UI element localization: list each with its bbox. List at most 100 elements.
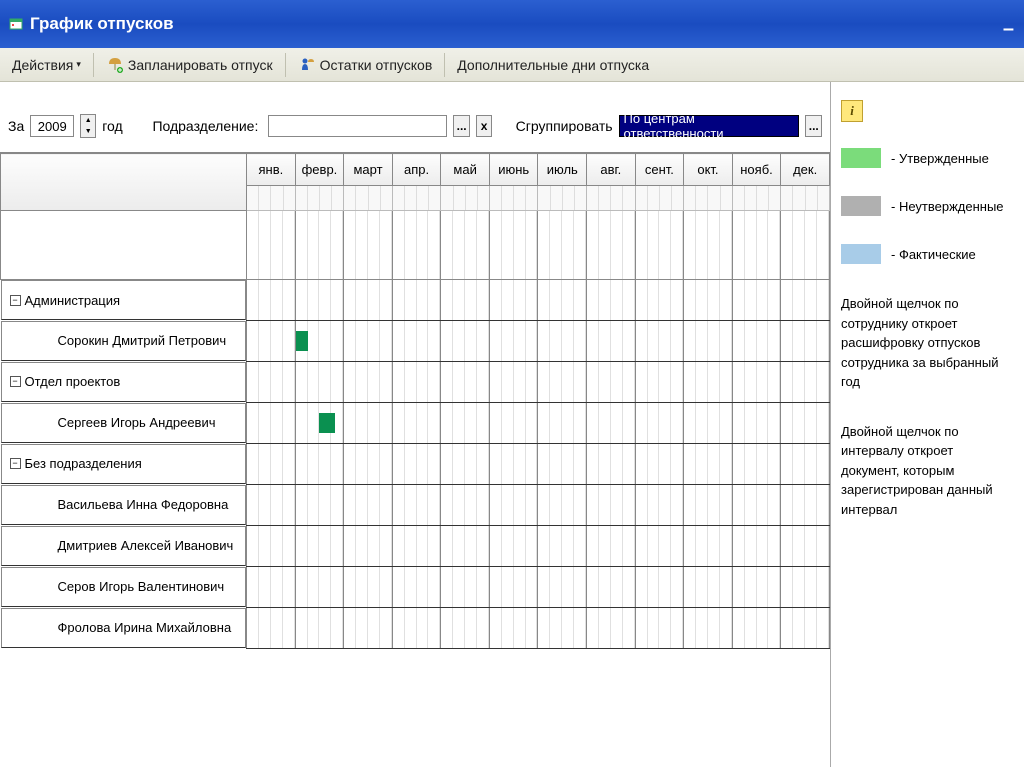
timeline-cell[interactable] — [684, 362, 733, 403]
employee-row[interactable]: Серов Игорь Валентинович — [1, 567, 830, 608]
timeline-cell[interactable] — [635, 444, 684, 485]
timeline-cell[interactable] — [684, 444, 733, 485]
timeline-cell[interactable] — [247, 526, 296, 567]
timeline-cell[interactable] — [538, 280, 587, 321]
timeline-cell[interactable] — [684, 485, 733, 526]
timeline-cell[interactable] — [781, 608, 830, 649]
vacation-remains-button[interactable]: Остатки отпусков — [290, 53, 441, 77]
timeline-cell[interactable] — [781, 567, 830, 608]
group-lookup-button[interactable]: ... — [805, 115, 822, 137]
timeline-cell[interactable] — [635, 526, 684, 567]
timeline-cell[interactable] — [441, 280, 490, 321]
vacation-bar[interactable] — [319, 413, 334, 433]
plan-vacation-button[interactable]: Запланировать отпуск — [98, 53, 281, 77]
timeline-cell[interactable] — [295, 362, 344, 403]
timeline-cell[interactable] — [344, 321, 393, 362]
timeline-cell[interactable] — [781, 362, 830, 403]
timeline-cell[interactable] — [489, 608, 538, 649]
timeline-cell[interactable] — [247, 280, 296, 321]
timeline-cell[interactable] — [295, 280, 344, 321]
department-input[interactable] — [268, 115, 447, 137]
timeline-cell[interactable] — [392, 403, 441, 444]
employee-row[interactable]: Фролова Ирина Михайловна — [1, 608, 830, 649]
group-row[interactable]: −Администрация — [1, 280, 830, 321]
timeline-cell[interactable] — [489, 567, 538, 608]
timeline-cell[interactable] — [441, 608, 490, 649]
timeline-cell[interactable] — [732, 362, 781, 403]
timeline-cell[interactable] — [732, 280, 781, 321]
timeline-cell[interactable] — [635, 567, 684, 608]
timeline-cell[interactable] — [441, 567, 490, 608]
extra-days-button[interactable]: Дополнительные дни отпуска — [449, 54, 657, 76]
timeline-cell[interactable] — [392, 362, 441, 403]
timeline-cell[interactable] — [684, 608, 733, 649]
timeline-cell[interactable] — [684, 526, 733, 567]
timeline-cell[interactable] — [635, 485, 684, 526]
timeline-cell[interactable] — [295, 485, 344, 526]
timeline-cell[interactable] — [732, 485, 781, 526]
timeline-cell[interactable] — [441, 362, 490, 403]
collapse-button[interactable]: − — [10, 458, 21, 469]
timeline-cell[interactable] — [344, 567, 393, 608]
timeline-cell[interactable] — [247, 403, 296, 444]
timeline-cell[interactable] — [732, 321, 781, 362]
timeline-cell[interactable] — [732, 608, 781, 649]
timeline-cell[interactable] — [392, 444, 441, 485]
timeline-cell[interactable] — [441, 444, 490, 485]
timeline-cell[interactable] — [587, 444, 636, 485]
timeline-cell[interactable] — [489, 362, 538, 403]
timeline-cell[interactable] — [489, 403, 538, 444]
timeline-cell[interactable] — [684, 403, 733, 444]
timeline-cell[interactable] — [587, 608, 636, 649]
timeline-cell[interactable] — [781, 526, 830, 567]
timeline-cell[interactable] — [538, 321, 587, 362]
timeline-cell[interactable] — [684, 280, 733, 321]
group-by-select[interactable]: По центрам ответственности — [619, 115, 800, 137]
timeline-cell[interactable] — [684, 567, 733, 608]
timeline-cell[interactable] — [538, 362, 587, 403]
timeline-cell[interactable] — [295, 321, 344, 362]
year-down-button[interactable]: ▼ — [81, 126, 95, 137]
timeline-cell[interactable] — [587, 567, 636, 608]
timeline-cell[interactable] — [489, 485, 538, 526]
timeline-cell[interactable] — [538, 403, 587, 444]
timeline-cell[interactable] — [635, 362, 684, 403]
timeline-cell[interactable] — [344, 362, 393, 403]
timeline-cell[interactable] — [489, 280, 538, 321]
timeline-cell[interactable] — [732, 526, 781, 567]
timeline-cell[interactable] — [538, 567, 587, 608]
timeline-cell[interactable] — [344, 526, 393, 567]
timeline-cell[interactable] — [392, 280, 441, 321]
timeline-cell[interactable] — [781, 403, 830, 444]
timeline-cell[interactable] — [392, 485, 441, 526]
timeline-cell[interactable] — [732, 444, 781, 485]
timeline-cell[interactable] — [295, 567, 344, 608]
employee-row[interactable]: Сергеев Игорь Андреевич — [1, 403, 830, 444]
timeline-cell[interactable] — [587, 526, 636, 567]
timeline-cell[interactable] — [781, 321, 830, 362]
collapse-button[interactable]: − — [10, 295, 21, 306]
timeline-cell[interactable] — [344, 608, 393, 649]
timeline-cell[interactable] — [344, 403, 393, 444]
group-row[interactable]: −Отдел проектов — [1, 362, 830, 403]
timeline-cell[interactable] — [781, 444, 830, 485]
year-up-button[interactable]: ▲ — [81, 115, 95, 126]
timeline-cell[interactable] — [441, 485, 490, 526]
timeline-cell[interactable] — [587, 280, 636, 321]
timeline-cell[interactable] — [489, 444, 538, 485]
timeline-cell[interactable] — [684, 321, 733, 362]
timeline-cell[interactable] — [247, 567, 296, 608]
employee-row[interactable]: Дмитриев Алексей Иванович — [1, 526, 830, 567]
timeline-cell[interactable] — [732, 403, 781, 444]
timeline-cell[interactable] — [295, 444, 344, 485]
collapse-button[interactable]: − — [10, 376, 21, 387]
timeline-cell[interactable] — [344, 444, 393, 485]
timeline-cell[interactable] — [247, 321, 296, 362]
department-lookup-button[interactable]: ... — [453, 115, 470, 137]
timeline-cell[interactable] — [538, 608, 587, 649]
timeline-cell[interactable] — [392, 526, 441, 567]
timeline-cell[interactable] — [489, 526, 538, 567]
timeline-cell[interactable] — [732, 567, 781, 608]
timeline-cell[interactable] — [587, 362, 636, 403]
timeline-cell[interactable] — [781, 280, 830, 321]
